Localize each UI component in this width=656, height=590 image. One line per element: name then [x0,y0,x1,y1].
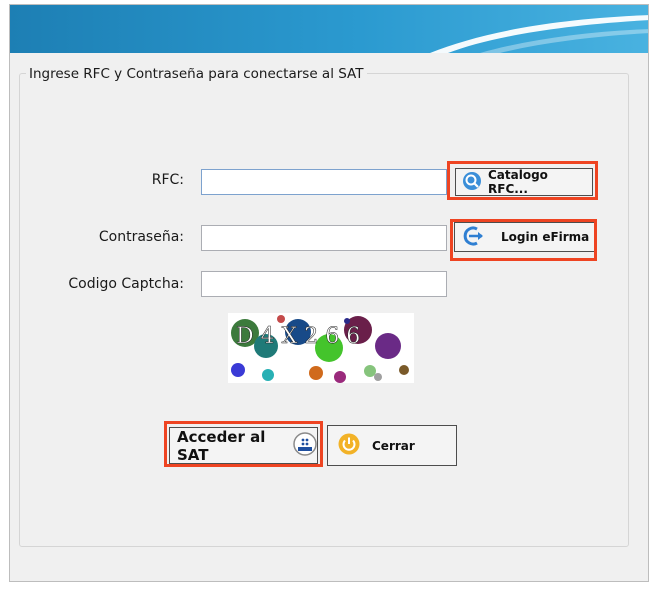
header-banner [10,5,648,53]
login-efirma-label: Login eFirma [501,230,590,244]
banner-swoosh [430,15,648,53]
captcha-input[interactable] [201,271,447,297]
password-label: Contraseña: [98,229,184,245]
cerrar-button[interactable]: Cerrar [327,425,457,466]
captcha-label: Codigo Captcha: [68,276,184,292]
efirma-arrow-icon [461,225,485,250]
magnifier-icon [462,171,482,194]
group-title: Ingrese RFC y Contraseña para conectarse… [26,66,367,82]
acceder-sat-label: Acceder al SAT [177,427,266,464]
power-icon [338,433,360,458]
password-input[interactable] [201,225,447,251]
rfc-input[interactable] [201,169,447,195]
cerrar-label: Cerrar [372,438,415,453]
login-efirma-button[interactable]: Login eFirma [454,222,595,252]
catalogo-rfc-button[interactable]: Catalogo RFC... [455,168,593,196]
captcha-image: D 4 X 2 6 6 [228,313,414,383]
catalogo-rfc-label: Catalogo RFC... [488,168,548,196]
sat-logo-icon [293,431,317,460]
acceder-sat-button[interactable]: Acceder al SAT [169,427,318,464]
rfc-label: RFC: [151,172,184,188]
captcha-glyphs: D 4 X 2 6 6 [236,324,360,349]
login-group [19,73,629,547]
